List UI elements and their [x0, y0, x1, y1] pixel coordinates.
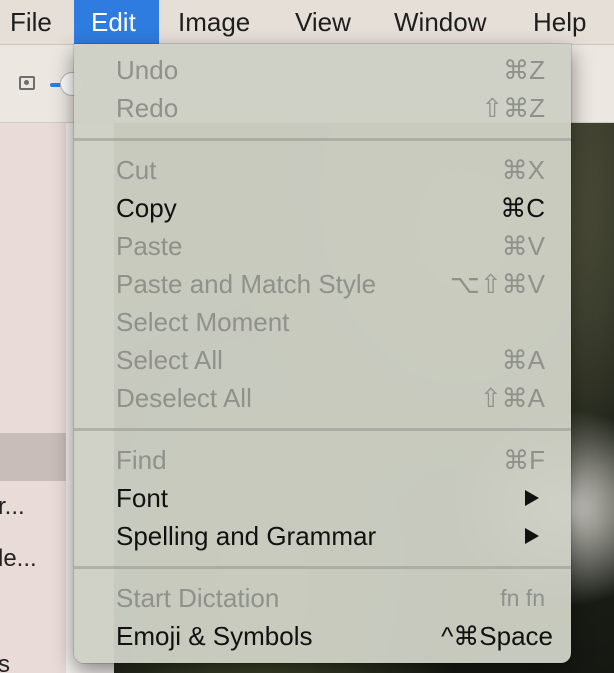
menu-item-emoji-and-symbols[interactable]: Emoji & Symbols ^⌘Space [74, 617, 571, 655]
menu-item-label: Spelling and Grammar [116, 521, 377, 551]
menu-item-shortcut: ⌘C [500, 193, 545, 223]
menu-item-shortcut: ⌘X [501, 155, 545, 185]
menu-bar: File Edit Image View Window Help [0, 0, 614, 45]
menu-item-font[interactable]: Font [74, 479, 571, 517]
menu-item-shortcut: ⌘F [503, 445, 545, 475]
menu-item-spelling-and-grammar[interactable]: Spelling and Grammar [74, 517, 571, 555]
menu-item-label: Cut [116, 155, 157, 185]
menu-item-label: Paste and Match Style [116, 269, 377, 299]
menu-help[interactable]: Help [533, 0, 586, 44]
menu-item-shortcut: ⌘Z [503, 55, 545, 85]
menu-image[interactable]: Image [178, 0, 250, 44]
menu-item-select-all[interactable]: Select All ⌘A [74, 341, 571, 379]
menu-item-shortcut: fn fn [500, 585, 545, 611]
menu-file[interactable]: File [10, 0, 52, 44]
menu-separator [74, 138, 571, 141]
photo-icon[interactable] [19, 76, 35, 90]
menu-item-label: Undo [116, 55, 179, 85]
menu-item-select-moment[interactable]: Select Moment [74, 303, 571, 341]
menu-item-paste[interactable]: Paste ⌘V [74, 227, 571, 265]
menu-window[interactable]: Window [394, 0, 486, 44]
menu-item-label: Deselect All [116, 383, 252, 413]
menu-item-shortcut: ^⌘Space [441, 621, 553, 651]
menu-item-cut[interactable]: Cut ⌘X [74, 151, 571, 189]
menu-item-label: Redo [116, 93, 179, 123]
menu-item-shortcut: ⌘A [501, 345, 545, 375]
sidebar-item-3[interactable]: s [0, 651, 10, 673]
menu-item-shortcut: ⌘V [501, 231, 545, 261]
menu-edit[interactable]: Edit [74, 0, 159, 44]
menu-item-label: Start Dictation [116, 583, 280, 613]
sidebar-selected-row[interactable] [0, 433, 66, 481]
edit-menu: Undo ⌘Z Redo ⇧⌘Z Cut ⌘X Copy ⌘C Paste ⌘V… [74, 44, 571, 663]
menu-item-label: Select Moment [116, 307, 290, 337]
menu-item-shortcut: ⇧⌘A [479, 383, 545, 413]
sidebar: r... le... s [0, 123, 66, 673]
menu-item-label: Copy [116, 193, 177, 223]
menu-item-shortcut: ⌥⇧⌘V [449, 269, 545, 299]
menu-item-label: Find [116, 445, 167, 475]
menu-item-deselect-all[interactable]: Deselect All ⇧⌘A [74, 379, 571, 417]
menu-item-redo[interactable]: Redo ⇧⌘Z [74, 89, 571, 127]
submenu-arrow-icon [525, 528, 539, 544]
sidebar-item-1[interactable]: r... [0, 493, 25, 521]
menu-view[interactable]: View [295, 0, 351, 44]
submenu-arrow-icon [525, 490, 539, 506]
sidebar-item-2[interactable]: le... [0, 545, 37, 573]
menu-separator [74, 428, 571, 431]
menu-item-label: Select All [116, 345, 223, 375]
menu-item-label: Paste [116, 231, 183, 261]
menu-item-copy[interactable]: Copy ⌘C [74, 189, 571, 227]
menu-separator [74, 566, 571, 569]
menu-item-shortcut: ⇧⌘Z [481, 93, 545, 123]
menu-item-start-dictation[interactable]: Start Dictation fn fn [74, 579, 571, 617]
menu-item-label: Font [116, 483, 169, 513]
menu-item-paste-and-match-style[interactable]: Paste and Match Style ⌥⇧⌘V [74, 265, 571, 303]
menu-item-label: Emoji & Symbols [116, 621, 313, 651]
menu-item-undo[interactable]: Undo ⌘Z [74, 51, 571, 89]
menu-item-find[interactable]: Find ⌘F [74, 441, 571, 479]
